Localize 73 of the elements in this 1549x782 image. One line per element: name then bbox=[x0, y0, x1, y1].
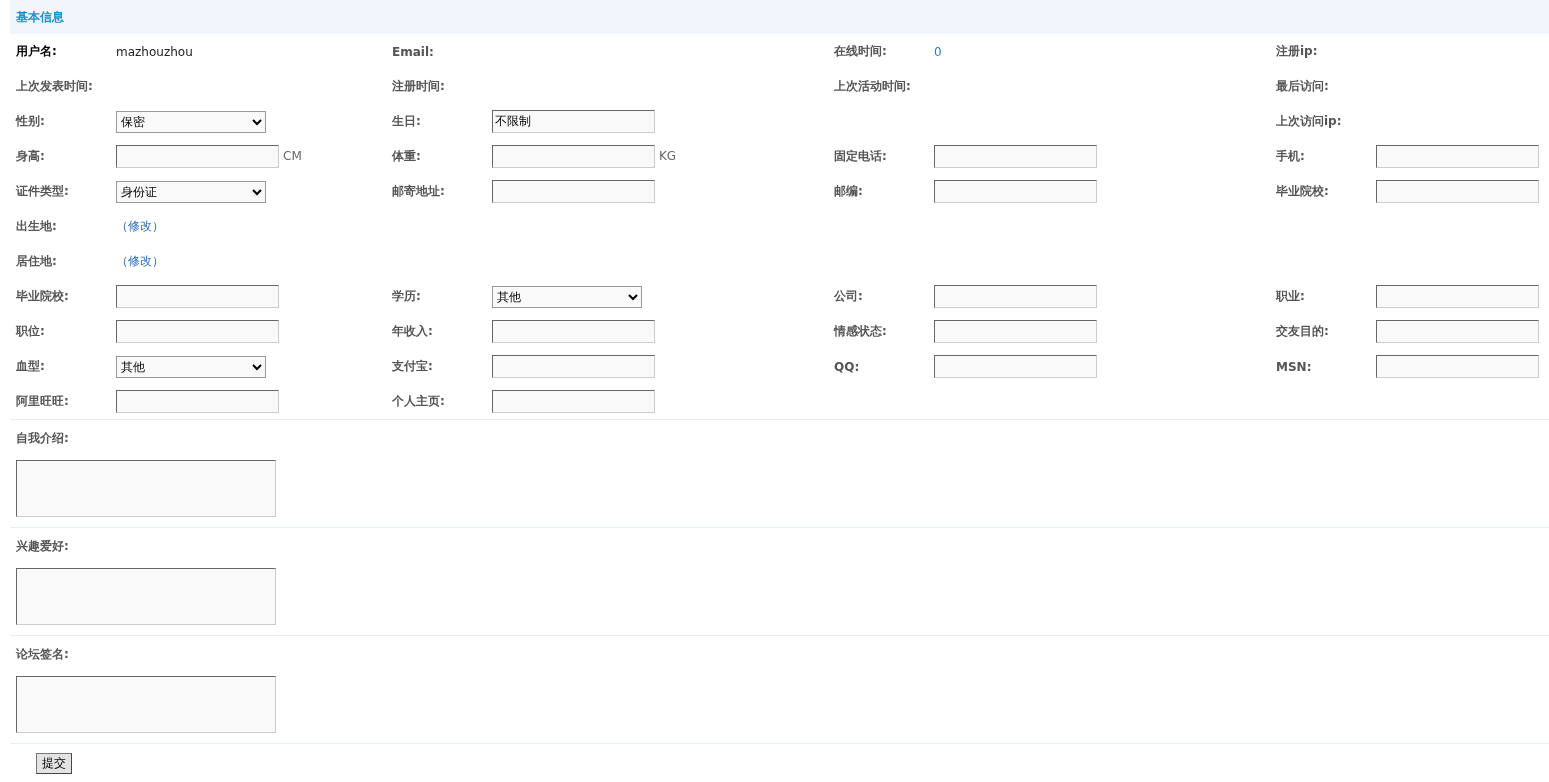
field-label: 上次访问ip: bbox=[1276, 114, 1342, 128]
dropdown[interactable]: 其他 bbox=[116, 355, 266, 378]
text-input[interactable] bbox=[492, 320, 655, 343]
field-label: 论坛签名: bbox=[16, 647, 69, 661]
field-label: 居住地: bbox=[16, 254, 57, 268]
text-input[interactable] bbox=[1376, 285, 1539, 308]
text-input[interactable] bbox=[934, 285, 1097, 308]
field-label: 上次活动时间: bbox=[834, 79, 911, 93]
field-label: 情感状态: bbox=[834, 324, 887, 338]
field-label: 固定电话: bbox=[834, 149, 887, 163]
field-label: 年收入: bbox=[392, 324, 433, 338]
field-label: 手机: bbox=[1276, 149, 1305, 163]
text-input[interactable] bbox=[116, 320, 279, 343]
field-label: 生日: bbox=[392, 114, 421, 128]
text-input[interactable] bbox=[116, 390, 279, 413]
field-label: 职业: bbox=[1276, 289, 1305, 303]
text-input[interactable] bbox=[1376, 355, 1539, 378]
field-label: 性别: bbox=[16, 114, 45, 128]
text-input[interactable] bbox=[934, 320, 1097, 343]
field-label: 个人主页: bbox=[392, 394, 445, 408]
text-input[interactable] bbox=[1376, 320, 1539, 343]
field-label: MSN: bbox=[1276, 359, 1312, 374]
edit-link[interactable]: （修改） bbox=[116, 254, 164, 268]
field-label: 注册ip: bbox=[1276, 44, 1318, 58]
text-input[interactable] bbox=[934, 355, 1097, 378]
text-input[interactable] bbox=[934, 145, 1097, 168]
unit-label: KG bbox=[659, 149, 677, 163]
text-area[interactable] bbox=[16, 460, 276, 517]
field-label: 自我介绍: bbox=[16, 431, 69, 445]
submit-button[interactable]: 提交 bbox=[36, 753, 72, 774]
field-label: QQ: bbox=[834, 359, 860, 374]
field-label: 兴趣爱好: bbox=[16, 539, 69, 553]
field-label: 毕业院校: bbox=[1276, 184, 1329, 198]
field-label: 阿里旺旺: bbox=[16, 394, 69, 408]
field-label: 上次发表时间: bbox=[16, 79, 93, 93]
field-label: Email: bbox=[392, 44, 434, 59]
text-input[interactable] bbox=[116, 145, 279, 168]
edit-link[interactable]: （修改） bbox=[116, 219, 164, 233]
field-label: 交友目的: bbox=[1276, 324, 1329, 338]
field-label: 注册时间: bbox=[392, 79, 445, 93]
field-label: 血型: bbox=[16, 359, 45, 373]
dropdown[interactable]: 其他 bbox=[492, 285, 642, 308]
dropdown[interactable]: 身份证 bbox=[116, 180, 266, 203]
field-label: 用户名: bbox=[16, 44, 57, 58]
text-input[interactable] bbox=[1376, 180, 1539, 203]
text-input[interactable] bbox=[492, 355, 655, 378]
dropdown[interactable]: 保密 bbox=[116, 110, 266, 133]
field-value: mazhouzhou bbox=[116, 44, 193, 59]
text-input[interactable] bbox=[492, 145, 655, 168]
field-label: 最后访问: bbox=[1276, 79, 1329, 93]
field-label: 体重: bbox=[392, 149, 421, 163]
unit-label: CM bbox=[283, 149, 302, 163]
field-label: 出生地: bbox=[16, 219, 57, 233]
field-label: 身高: bbox=[16, 149, 45, 163]
field-label: 职位: bbox=[16, 324, 45, 338]
section-header: 基本信息 bbox=[10, 0, 1549, 34]
text-area[interactable] bbox=[16, 676, 276, 733]
text-input[interactable] bbox=[492, 390, 655, 413]
field-label: 公司: bbox=[834, 289, 863, 303]
field-label: 邮寄地址: bbox=[392, 184, 445, 198]
field-label: 学历: bbox=[392, 289, 421, 303]
text-input[interactable] bbox=[492, 180, 655, 203]
field-label: 邮编: bbox=[834, 184, 863, 198]
field-value: 0 bbox=[934, 44, 942, 59]
field-label: 证件类型: bbox=[16, 184, 69, 198]
text-input[interactable] bbox=[934, 180, 1097, 203]
text-area[interactable] bbox=[16, 568, 276, 625]
field-label: 在线时间: bbox=[834, 44, 887, 58]
field-label: 支付宝: bbox=[392, 359, 433, 373]
text-input[interactable] bbox=[116, 285, 279, 308]
text-input[interactable]: 不限制 bbox=[492, 110, 655, 133]
field-label: 毕业院校: bbox=[16, 289, 69, 303]
text-input[interactable] bbox=[1376, 145, 1539, 168]
